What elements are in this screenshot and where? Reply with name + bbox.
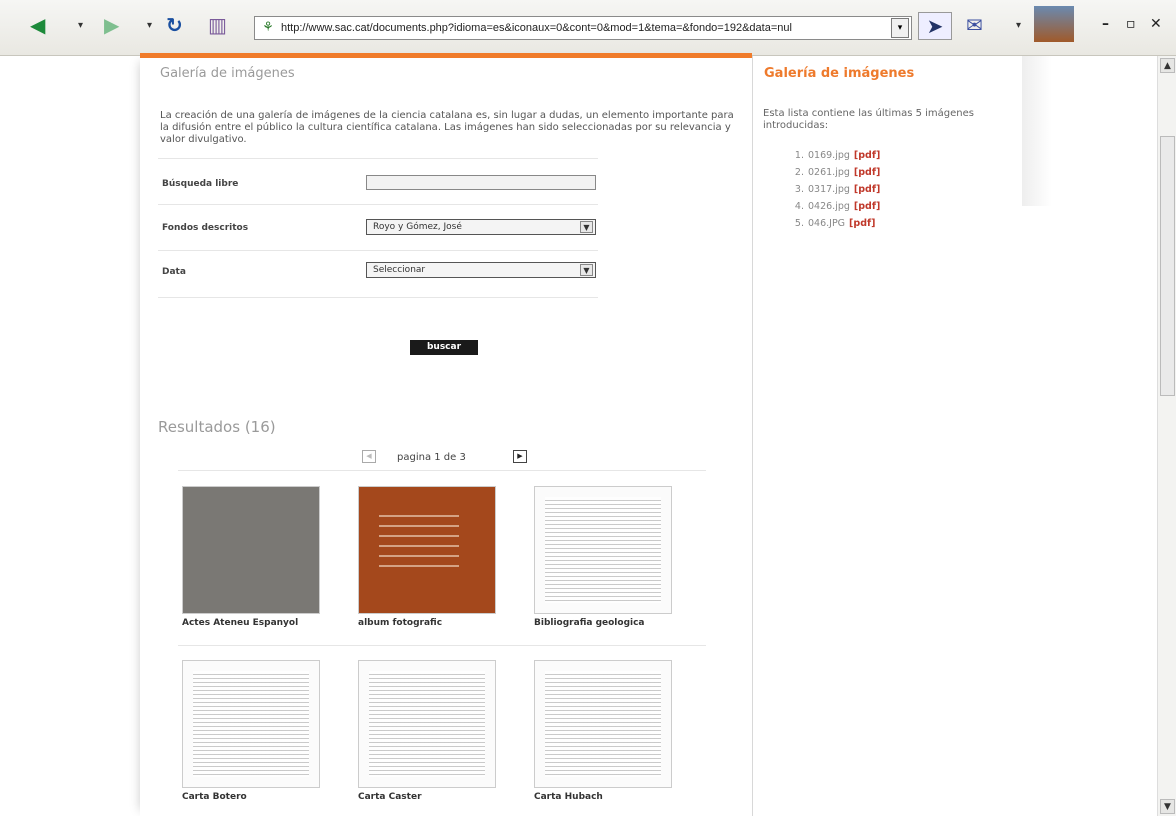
forward-icon[interactable]: ▶ bbox=[104, 12, 119, 38]
funds-select-value: Royo y Gómez, José bbox=[373, 222, 462, 232]
document-lines bbox=[193, 671, 309, 777]
free-search-label: Búsqueda libre bbox=[162, 179, 239, 189]
list-item-file: 0426.jpg bbox=[808, 201, 850, 212]
list-item-number: 2. bbox=[794, 167, 804, 178]
gallery-thumb-5[interactable] bbox=[358, 660, 496, 788]
gallery-thumb-2[interactable] bbox=[358, 486, 496, 614]
list-item-file: 0169.jpg bbox=[808, 150, 850, 161]
browser-toolbar: ◀ ▾ ▶ ▾ ↻ ▥ ⚘ http://www.sac.cat/documen… bbox=[0, 0, 1176, 56]
close-icon[interactable]: ✕ bbox=[1150, 16, 1162, 32]
chevron-down-icon[interactable]: ▼ bbox=[580, 221, 593, 233]
funds-select[interactable]: Royo y Gómez, José ▼ bbox=[366, 219, 596, 235]
date-select[interactable]: Seleccionar ▼ bbox=[366, 262, 596, 278]
go-icon[interactable]: ➤ bbox=[918, 12, 952, 40]
list-item-file: 0261.jpg bbox=[808, 167, 850, 178]
next-page-icon[interactable]: ▶ bbox=[513, 450, 527, 463]
document-lines bbox=[545, 671, 661, 777]
funds-label: Fondos descritos bbox=[162, 223, 249, 233]
page-title: Galería de imágenes bbox=[160, 66, 295, 81]
address-bar[interactable]: ⚘ http://www.sac.cat/documents.php?idiom… bbox=[254, 16, 912, 40]
document-lines bbox=[369, 671, 485, 777]
list-item: 3. 0317.jpg [pdf] bbox=[788, 181, 880, 198]
minimize-icon[interactable]: – bbox=[1102, 16, 1109, 32]
form-row-funds: Fondos descritos Royo y Gómez, José ▼ bbox=[158, 204, 598, 251]
sidebar-shadow bbox=[1022, 56, 1052, 206]
list-item: 2. 0261.jpg [pdf] bbox=[788, 164, 880, 181]
mail-icon[interactable]: ✉ bbox=[966, 12, 983, 38]
page-icon: ⚘ bbox=[262, 20, 274, 35]
list-item-file: 0317.jpg bbox=[808, 184, 850, 195]
address-dropdown-icon[interactable]: ▾ bbox=[891, 18, 909, 38]
results-divider bbox=[178, 470, 706, 471]
list-item-number: 3. bbox=[794, 184, 804, 195]
scroll-down-icon[interactable]: ▼ bbox=[1160, 799, 1175, 814]
gallery-caption-3[interactable]: Bibliografia geologica bbox=[534, 618, 645, 628]
gallery-thumb-4[interactable] bbox=[182, 660, 320, 788]
list-item-number: 1. bbox=[794, 150, 804, 161]
pdf-link[interactable]: [pdf] bbox=[854, 201, 880, 212]
gallery-caption-1[interactable]: Actes Ateneu Espanyol bbox=[182, 618, 298, 628]
gallery-thumb-3[interactable] bbox=[534, 486, 672, 614]
list-item: 4. 0426.jpg [pdf] bbox=[788, 198, 880, 215]
pager-text: pagina 1 de 3 bbox=[397, 452, 466, 463]
vertical-scrollbar[interactable]: ▲ ▼ bbox=[1157, 56, 1176, 816]
page-margin bbox=[0, 56, 10, 816]
gallery-thumb-6[interactable] bbox=[534, 660, 672, 788]
intro-text: La creación de una galería de imágenes d… bbox=[160, 110, 734, 145]
form-row-free-search: Búsqueda libre bbox=[158, 158, 598, 205]
prev-page-icon[interactable]: ◀ bbox=[362, 450, 376, 463]
accent-bar bbox=[140, 53, 752, 58]
scroll-up-icon[interactable]: ▲ bbox=[1160, 58, 1175, 73]
results-title: Resultados (16) bbox=[158, 418, 276, 436]
back-icon[interactable]: ◀ bbox=[30, 12, 45, 38]
forward-dropdown-icon[interactable]: ▾ bbox=[147, 20, 152, 31]
refresh-icon[interactable]: ↻ bbox=[166, 12, 183, 38]
free-search-input[interactable] bbox=[366, 175, 596, 190]
list-item-file: 046.JPG bbox=[808, 218, 846, 229]
date-label: Data bbox=[162, 267, 186, 277]
scrollbar-thumb[interactable] bbox=[1160, 136, 1175, 396]
pdf-link[interactable]: [pdf] bbox=[854, 184, 880, 195]
list-item-number: 5. bbox=[794, 218, 804, 229]
address-text[interactable]: http://www.sac.cat/documents.php?idioma=… bbox=[281, 22, 891, 34]
list-item: 1. 0169.jpg [pdf] bbox=[788, 147, 880, 164]
gallery-caption-2[interactable]: album fotografic bbox=[358, 618, 442, 628]
list-item-number: 4. bbox=[794, 201, 804, 212]
back-dropdown-icon[interactable]: ▾ bbox=[78, 20, 83, 31]
gallery-caption-5[interactable]: Carta Caster bbox=[358, 792, 422, 802]
gallery-caption-6[interactable]: Carta Hubach bbox=[534, 792, 603, 802]
list-item: 5. 046.JPG [pdf] bbox=[788, 215, 880, 232]
form-row-date: Data Seleccionar ▼ bbox=[158, 250, 598, 298]
mail-dropdown-icon[interactable]: ▾ bbox=[1016, 20, 1021, 31]
date-select-value: Seleccionar bbox=[373, 265, 426, 275]
search-button[interactable]: buscar bbox=[410, 340, 478, 355]
document-lines bbox=[545, 497, 661, 603]
recent-images-list: 1. 0169.jpg [pdf] 2. 0261.jpg [pdf] 3. 0317.j… bbox=[788, 147, 880, 232]
history-icon[interactable]: ▥ bbox=[208, 12, 227, 38]
gallery-divider bbox=[178, 645, 706, 646]
pdf-link[interactable]: [pdf] bbox=[849, 218, 875, 229]
brand-logo-icon bbox=[1034, 6, 1074, 42]
gallery-thumb-1[interactable] bbox=[182, 486, 320, 614]
sidebar-title: Galería de imágenes bbox=[764, 66, 915, 81]
sidebar-description: Esta lista contiene las últimas 5 imágen… bbox=[763, 108, 974, 131]
chevron-down-icon[interactable]: ▼ bbox=[580, 264, 593, 276]
restore-icon[interactable]: ▫ bbox=[1126, 16, 1136, 32]
gallery-caption-4[interactable]: Carta Botero bbox=[182, 792, 247, 802]
pdf-link[interactable]: [pdf] bbox=[854, 167, 880, 178]
pdf-link[interactable]: [pdf] bbox=[854, 150, 880, 161]
